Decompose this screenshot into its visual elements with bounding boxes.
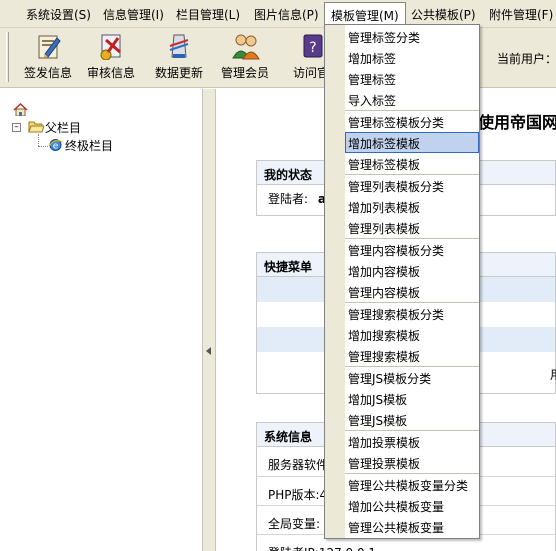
folder-open-icon	[28, 121, 44, 133]
menu-manage-js-template-categories[interactable]: 管理JS模板分类	[345, 367, 479, 388]
manage-members-label: 管理会员	[220, 66, 269, 80]
menu-manage-list-template-categories[interactable]: 管理列表模板分类	[345, 175, 479, 196]
quick-menu-side-char: 用	[550, 366, 556, 383]
menu-system-settings[interactable]: 系统设置(S)	[26, 6, 91, 23]
tree-connector	[38, 134, 39, 146]
menu-add-search-template[interactable]: 增加搜索模板	[345, 324, 479, 345]
help-icon: ?	[303, 34, 323, 58]
menu-manage-search-template-categories[interactable]: 管理搜索模板分类	[345, 303, 479, 324]
current-user-label: 当前用户：	[497, 52, 556, 66]
review-icon	[100, 34, 121, 60]
menu-add-list-template[interactable]: 增加列表模板	[345, 196, 479, 217]
tree-collapse-toggle[interactable]: –	[12, 123, 21, 132]
sign-info-button[interactable]: 签发信息	[17, 32, 79, 84]
menu-add-js-template[interactable]: 增加JS模板	[345, 388, 479, 409]
data-update-button[interactable]: 数据更新	[148, 32, 210, 84]
menu-add-public-var[interactable]: 增加公共模板变量	[345, 495, 479, 516]
update-icon	[169, 34, 189, 58]
pane-splitter[interactable]	[202, 89, 216, 551]
menu-manage-public-vars[interactable]: 管理公共模板变量	[345, 516, 479, 537]
menu-icon-gutter	[325, 25, 345, 538]
sign-info-label: 签发信息	[23, 66, 72, 80]
column-tree-pane	[0, 89, 202, 551]
toolbar-grip[interactable]	[6, 32, 9, 82]
menu-manage-search-templates[interactable]: 管理搜索模板	[345, 345, 479, 366]
menu-add-vote-template[interactable]: 增加投票模板	[345, 431, 479, 452]
tree-parent-column[interactable]: 父栏目	[45, 119, 81, 136]
menu-column-management[interactable]: 栏目管理(L)	[176, 6, 240, 23]
menu-manage-list-templates[interactable]: 管理列表模板	[345, 217, 479, 238]
review-info-label: 审核信息	[86, 66, 135, 80]
menu-import-tags[interactable]: 导入标签	[345, 89, 479, 110]
manage-members-button[interactable]: 管理会员	[214, 32, 276, 84]
menu-manage-vote-templates[interactable]: 管理投票模板	[345, 452, 479, 473]
ie-page-icon: e	[48, 139, 63, 152]
menu-manage-tag-template-categories[interactable]: 管理标签模板分类	[345, 111, 479, 132]
menu-manage-tag-templates[interactable]: 管理标签模板	[345, 153, 479, 174]
menu-image-info[interactable]: 图片信息(P)	[254, 6, 319, 23]
collapse-left-arrow-icon[interactable]	[206, 347, 211, 355]
menu-attachment-management[interactable]: 附件管理(F)	[489, 6, 553, 23]
svg-text:e: e	[53, 142, 59, 152]
menu-manage-js-templates[interactable]: 管理JS模板	[345, 409, 479, 430]
menu-add-tag-template[interactable]: 增加标签模板	[345, 132, 479, 153]
menu-manage-public-var-categories[interactable]: 管理公共模板变量分类	[345, 474, 479, 495]
template-management-dropdown: 管理标签分类 增加标签 管理标签 导入标签 管理标签模板分类 增加标签模板 管理…	[324, 24, 480, 539]
menu-info-management[interactable]: 信息管理(I)	[103, 6, 164, 23]
menu-manage-content-templates[interactable]: 管理内容模板	[345, 281, 479, 302]
login-label: 登陆者:	[268, 192, 309, 206]
tree-final-column[interactable]: 终极栏目	[65, 137, 113, 154]
members-icon	[232, 34, 260, 60]
welcome-heading: 使用帝国网	[478, 113, 556, 132]
menu-manage-content-template-categories[interactable]: 管理内容模板分类	[345, 239, 479, 260]
menu-add-tag[interactable]: 增加标签	[345, 47, 479, 68]
tree-connector	[38, 146, 48, 147]
home-icon[interactable]	[13, 103, 28, 116]
menu-manage-tag-categories[interactable]: 管理标签分类	[345, 26, 479, 47]
menu-manage-tags[interactable]: 管理标签	[345, 68, 479, 89]
sign-doc-icon	[38, 35, 61, 59]
data-update-label: 数据更新	[154, 66, 203, 80]
svg-text:?: ?	[309, 40, 316, 56]
menu-public-templates[interactable]: 公共模板(P)	[411, 6, 476, 23]
review-info-button[interactable]: 审核信息	[80, 32, 142, 84]
menu-add-content-template[interactable]: 增加内容模板	[345, 260, 479, 281]
